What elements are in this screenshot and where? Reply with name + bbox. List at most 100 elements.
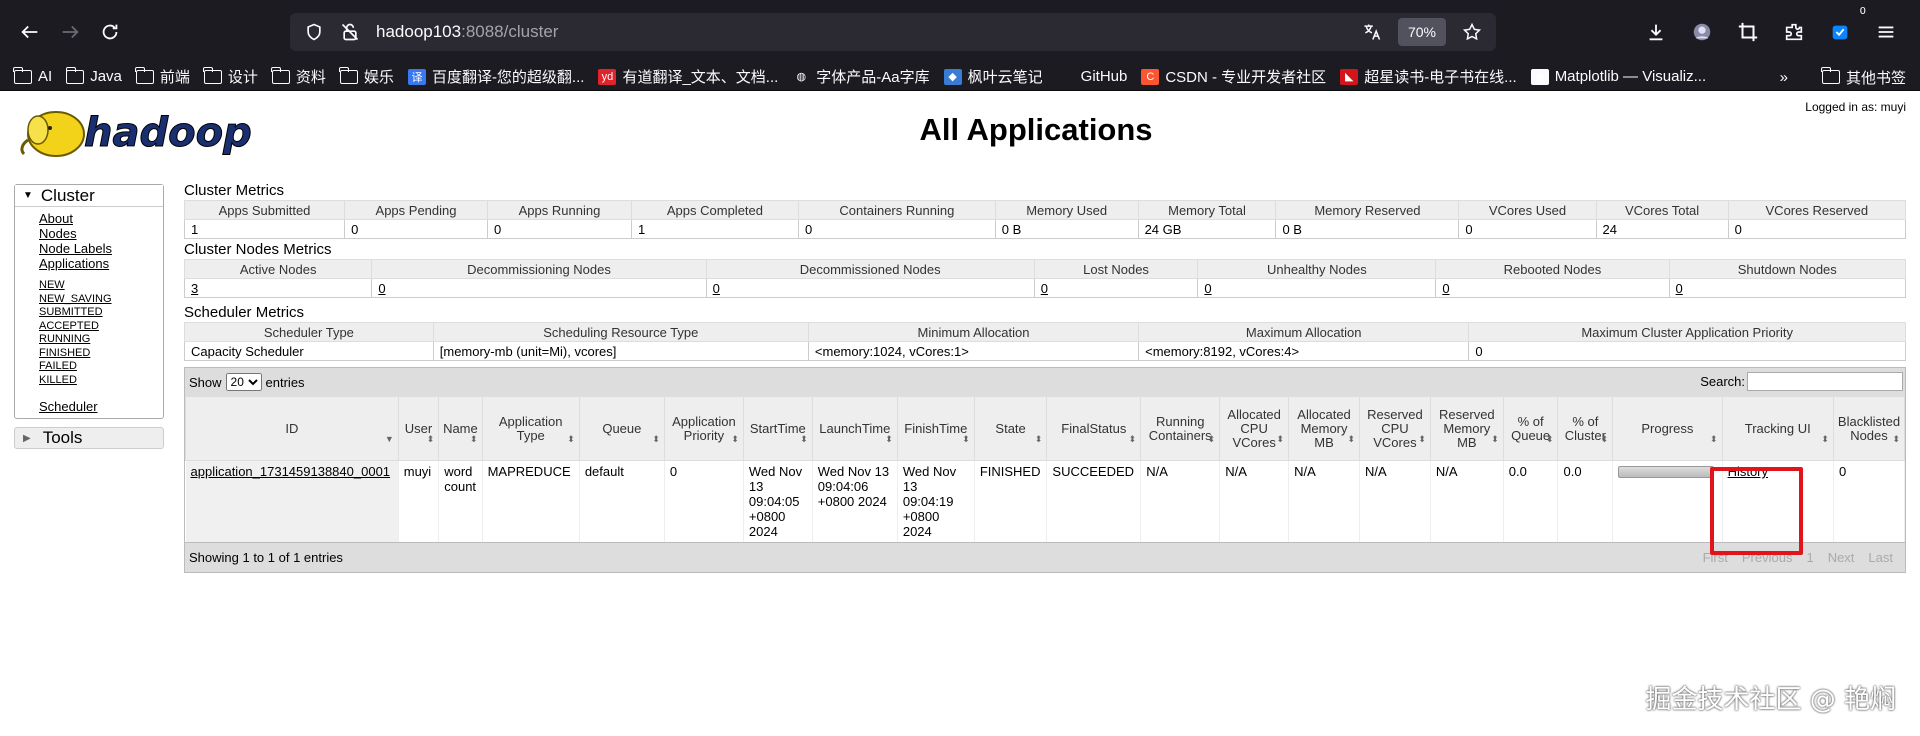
- bookmark-item[interactable]: ◍ 字体产品-Aa字库: [792, 66, 929, 87]
- sidebar-state-killed[interactable]: KILLED: [39, 374, 163, 388]
- column-header-tracking-ui[interactable]: Tracking UI ⬍: [1721, 396, 1834, 461]
- node-metric-header: Unhealthy Nodes: [1197, 259, 1437, 279]
- column-header-reserved-cpu-vcores[interactable]: Reserved CPU VCores ⬍: [1358, 396, 1431, 461]
- column-header-running-containers[interactable]: Running Containers ⬍: [1140, 396, 1221, 461]
- sidebar-state-failed[interactable]: FAILED: [39, 360, 163, 374]
- sort-both-icon: ⬍: [1545, 434, 1554, 444]
- column-header-id[interactable]: ID ▼: [185, 396, 399, 461]
- sidebar-state-accepted[interactable]: ACCEPTED: [39, 320, 163, 334]
- sidebar-item-scheduler[interactable]: Scheduler: [15, 391, 163, 414]
- column-header-progress[interactable]: Progress ⬍: [1612, 396, 1723, 461]
- bookmark-item[interactable]: ◣ 超星读书-电子书在线...: [1340, 66, 1517, 87]
- app-launch-time: Wed Nov 13 09:04:06 +0800 2024: [812, 460, 898, 542]
- cluster-menu-header[interactable]: ▼ Cluster: [15, 185, 163, 207]
- url-text[interactable]: hadoop103:8088/cluster: [376, 22, 558, 42]
- search-input[interactable]: [1747, 372, 1903, 391]
- pager-1[interactable]: 1: [1806, 550, 1813, 565]
- sort-both-icon: ⬍: [470, 434, 478, 444]
- sidebar-item-applications[interactable]: Applications: [39, 256, 163, 271]
- menu-button[interactable]: [1864, 12, 1908, 52]
- scheduler-metrics-table: Scheduler Type Scheduling Resource Type Mi…: [184, 322, 1906, 361]
- downloads-button[interactable]: [1634, 12, 1678, 52]
- bookmark-item[interactable]: ◉ Matplotlib — Visualiz...: [1530, 68, 1706, 85]
- node-metric-value-link[interactable]: 0: [1676, 281, 1683, 296]
- column-header-label: Application Priority: [672, 413, 736, 443]
- bookmark-item[interactable]: 设计: [203, 66, 258, 87]
- crop-extension-button[interactable]: [1726, 12, 1770, 52]
- bookmark-item[interactable]: Java: [65, 66, 122, 85]
- column-header-blacklisted-nodes[interactable]: Blacklisted Nodes ⬍: [1832, 396, 1906, 461]
- cluster-metric-value-cell: 0 B: [1275, 219, 1460, 239]
- bookmark-item[interactable]: 娱乐: [339, 66, 394, 87]
- node-metric-value-link[interactable]: 0: [1442, 281, 1449, 296]
- column-header-allocated-memory-mb[interactable]: Allocated Memory MB ⬍: [1288, 396, 1360, 461]
- scheduler-metric-value-cell: Capacity Scheduler: [184, 341, 434, 361]
- node-metric-value-link[interactable]: 0: [1041, 281, 1048, 296]
- bookmark-item[interactable]: 译百度翻译-您的超级翻...: [407, 66, 584, 87]
- column-header-starttime[interactable]: StartTime ⬍: [742, 396, 813, 461]
- column-header-user[interactable]: User ⬍: [397, 396, 440, 461]
- bookmark-item[interactable]: AI: [13, 66, 52, 85]
- reload-button[interactable]: [90, 12, 130, 52]
- column-header--of-cluster[interactable]: % of Cluster ⬍: [1557, 396, 1614, 461]
- translate-icon[interactable]: [1360, 20, 1384, 44]
- column-header-application-priority[interactable]: Application Priority ⬍: [663, 396, 744, 461]
- sidebar-state-running[interactable]: RUNNING: [39, 333, 163, 347]
- bookmark-item[interactable]: C CSDN - 专业开发者社区: [1141, 66, 1326, 87]
- column-header-allocated-cpu-vcores[interactable]: Allocated CPU VCores ⬍: [1219, 396, 1290, 461]
- node-metric-value-link[interactable]: 0: [1204, 281, 1211, 296]
- page-size-select[interactable]: 20: [225, 373, 262, 391]
- node-metric-value-link[interactable]: 0: [713, 281, 720, 296]
- bookmark-item[interactable]: 资料: [271, 66, 326, 87]
- insecure-lock-icon[interactable]: [338, 20, 362, 44]
- column-header-label: Queue: [602, 420, 642, 436]
- arrow-left-icon: [21, 25, 38, 38]
- node-metric-value-link[interactable]: 3: [191, 281, 198, 296]
- sidebar-item-about[interactable]: About: [39, 211, 163, 226]
- bookmark-label: CSDN - 专业开发者社区: [1165, 69, 1327, 86]
- column-header-state[interactable]: State ⬍: [973, 396, 1048, 461]
- app-id-link[interactable]: application_1731459138840_0001: [191, 464, 391, 479]
- other-bookmarks-folder[interactable]: 其他书签: [1821, 67, 1906, 88]
- column-header-label: FinalStatus: [1061, 420, 1127, 436]
- column-header-finishtime[interactable]: FinishTime ⬍: [896, 396, 975, 461]
- column-header--of-queue[interactable]: % of Queue ⬍: [1502, 396, 1559, 461]
- node-metric-value-link[interactable]: 0: [378, 281, 385, 296]
- sidebar: ▼ Cluster About Nodes Node Labels Applicatio…: [14, 184, 164, 449]
- extension-badge-button[interactable]: 0: [1818, 6, 1866, 52]
- tools-menu-header[interactable]: ▶ Tools: [14, 427, 164, 449]
- column-header-queue[interactable]: Queue ⬍: [578, 396, 665, 461]
- column-header-launchtime[interactable]: LaunchTime ⬍: [811, 396, 898, 461]
- extensions-button[interactable]: [1772, 12, 1816, 52]
- pager-last[interactable]: Last: [1868, 550, 1893, 565]
- column-header-reserved-memory-mb[interactable]: Reserved Memory MB ⬍: [1429, 396, 1504, 461]
- sidebar-state-submitted[interactable]: SUBMITTED: [39, 306, 163, 320]
- sidebar-item-node-labels[interactable]: Node Labels: [39, 241, 163, 256]
- bookmark-star-icon[interactable]: [1460, 20, 1484, 44]
- bookmark-item[interactable]: yd 有道翻译_文本、文档...: [598, 66, 778, 87]
- sidebar-state-finished[interactable]: FINISHED: [39, 347, 163, 361]
- back-button[interactable]: [10, 12, 50, 52]
- bookmark-item[interactable]: ◆ 枫叶云笔记: [943, 66, 1043, 87]
- address-bar[interactable]: hadoop103:8088/cluster 70%: [290, 13, 1496, 51]
- node-metric-header: Decommissioned Nodes: [705, 259, 1035, 279]
- scheduler-metric-header: Scheduler Type: [184, 322, 434, 342]
- column-header-name[interactable]: Name ⬍: [438, 396, 483, 461]
- sort-both-icon: ⬍: [652, 434, 660, 444]
- app-reserved-vcores: N/A: [1359, 460, 1431, 542]
- bookmarks-overflow-chevron-icon[interactable]: »: [1780, 69, 1788, 86]
- bookmark-item[interactable]: GitHub: [1057, 68, 1128, 85]
- sidebar-item-nodes[interactable]: Nodes: [39, 226, 163, 241]
- forward-button[interactable]: [50, 12, 90, 52]
- sidebar-state-new[interactable]: NEW: [39, 279, 163, 293]
- column-header-finalstatus[interactable]: FinalStatus ⬍: [1046, 396, 1142, 461]
- zoom-level-badge[interactable]: 70%: [1397, 18, 1446, 46]
- account-button[interactable]: [1680, 12, 1724, 52]
- bookmark-item[interactable]: 前端: [135, 66, 190, 87]
- app-reserved-memory: N/A: [1430, 460, 1504, 542]
- node-metric-header: Shutdown Nodes: [1668, 259, 1907, 279]
- sidebar-state-new-saving[interactable]: NEW_SAVING: [39, 293, 163, 307]
- pager-next[interactable]: Next: [1828, 550, 1855, 565]
- shield-icon[interactable]: [302, 20, 326, 44]
- column-header-application-type[interactable]: Application Type ⬍: [481, 396, 580, 461]
